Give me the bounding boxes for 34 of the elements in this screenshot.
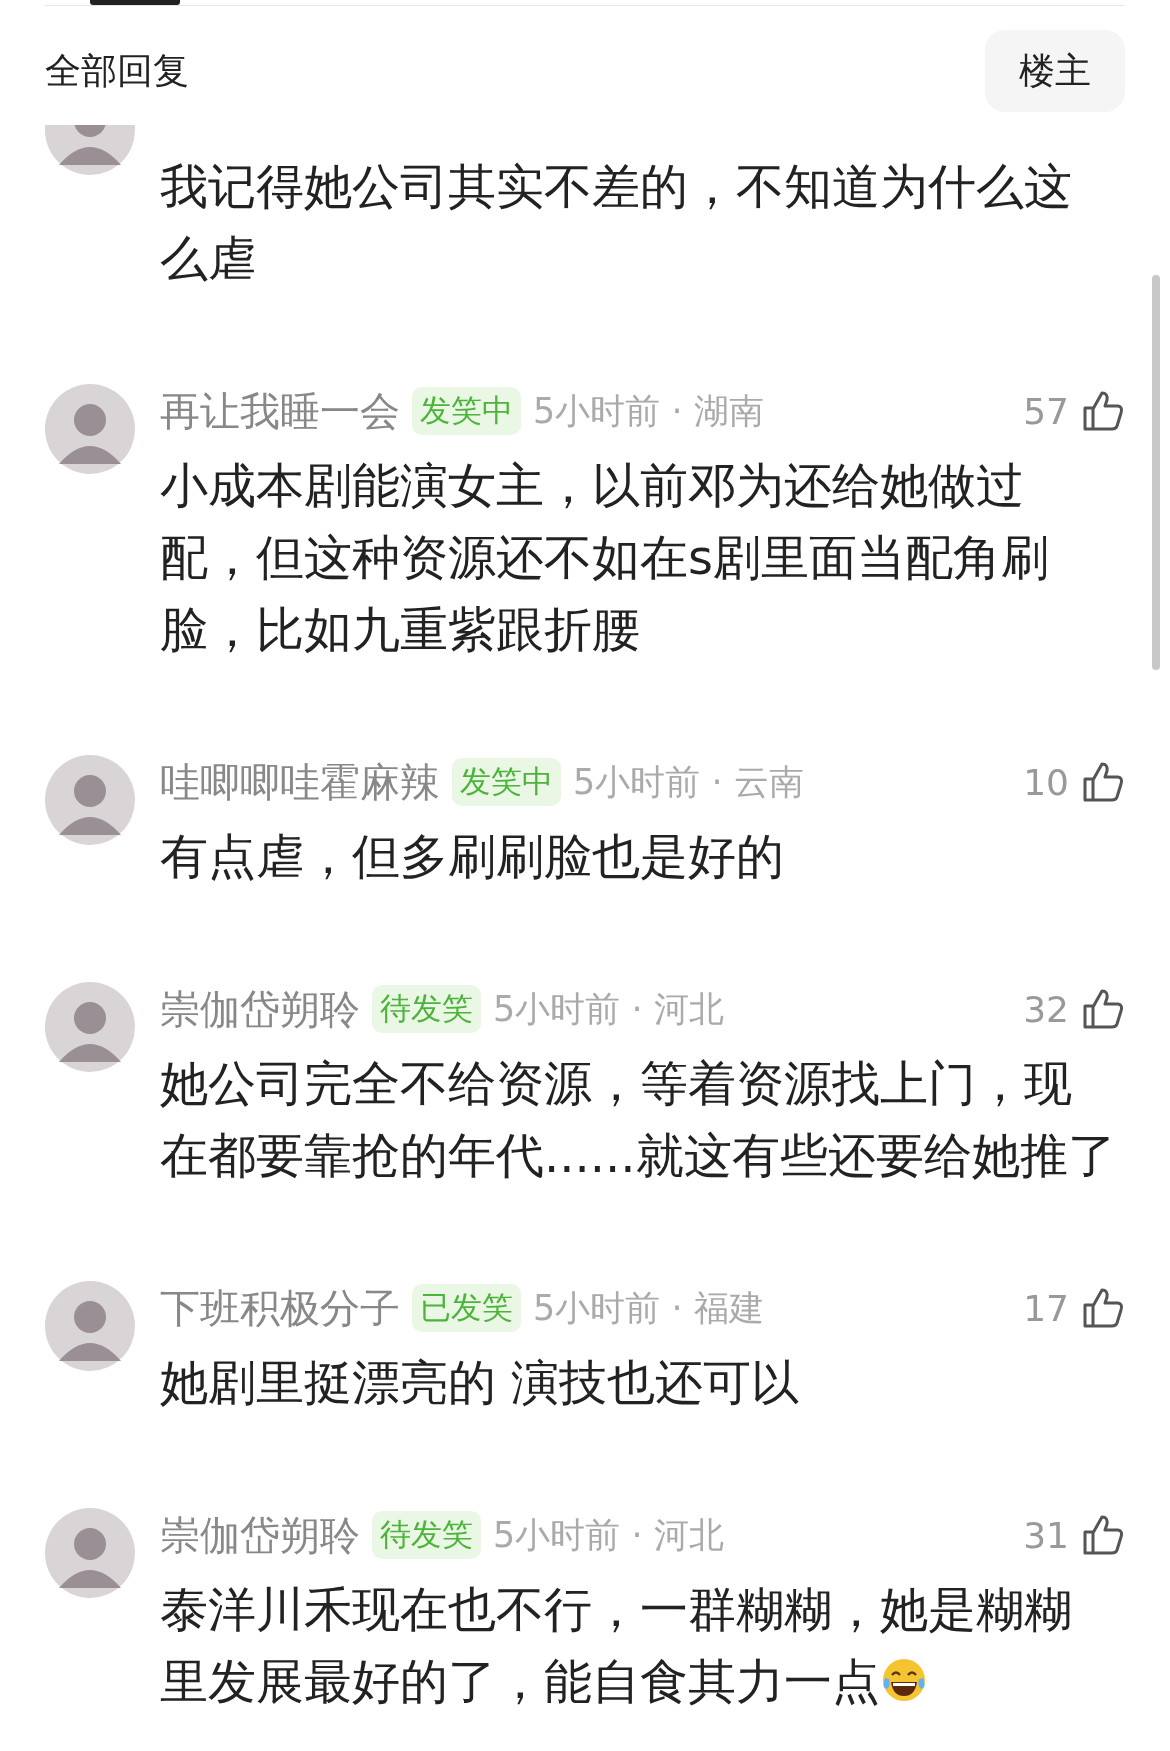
- like-count: 32: [1023, 988, 1069, 1030]
- like-count: 57: [1023, 390, 1069, 432]
- laughing-emoji-icon: [880, 1656, 928, 1704]
- comment-text: 泰洋川禾现在也不行，一群糊糊，她是糊糊里发展最好的了，能自食其力一点: [160, 1580, 1073, 1711]
- filter-button[interactable]: 楼主: [985, 30, 1125, 112]
- username[interactable]: 崇伽岱朔聆: [160, 981, 360, 1037]
- thumbs-up-icon[interactable]: [1081, 760, 1125, 804]
- comment-text: 小成本剧能演女主，以前邓为还给她做过配，但这种资源还不如在s剧里面当配角刷脸，比如九重紫跟折腰: [160, 456, 1050, 659]
- thumbs-up-icon[interactable]: [1081, 1513, 1125, 1557]
- thumbs-up-icon[interactable]: [1081, 1286, 1125, 1330]
- comment-text: 她公司完全不给资源，等着资源找上门，现在都要靠抢的年代......就这有些还要给她推了: [160, 1054, 1117, 1185]
- section-title: 全部回复: [45, 48, 189, 93]
- thumbs-up-icon[interactable]: [1081, 389, 1125, 433]
- timestamp: 5小时前 · 福建: [533, 1286, 764, 1330]
- timestamp: 5小时前 · 云南: [573, 760, 804, 804]
- comment-text: 她剧里挺漂亮的 演技也还可以: [160, 1353, 801, 1412]
- like-count: 31: [1023, 1514, 1069, 1556]
- comment-text: 我记得她公司其实不差的，不知道为什么这么虐: [160, 157, 1073, 288]
- comment-text: 有点虐，但多刷刷脸也是好的: [160, 827, 785, 886]
- username[interactable]: 下班积极分子: [160, 1280, 400, 1336]
- like-count: 17: [1023, 1287, 1069, 1329]
- status-badge: 已发笑: [412, 1284, 521, 1332]
- like-count: 10: [1023, 761, 1069, 803]
- status-badge: 待发笑: [372, 1511, 481, 1559]
- status-badge: 发笑中: [452, 758, 561, 806]
- thumbs-up-icon[interactable]: [1081, 987, 1125, 1031]
- status-badge: 待发笑: [372, 985, 481, 1033]
- timestamp: 5小时前 · 河北: [493, 987, 724, 1031]
- timestamp: 5小时前 · 河北: [493, 1513, 724, 1557]
- username[interactable]: 哇唧唧哇霍麻辣: [160, 754, 440, 810]
- username[interactable]: 再让我睡一会: [160, 383, 400, 439]
- username[interactable]: 崇伽岱朔聆: [160, 1507, 360, 1563]
- timestamp: 5小时前 · 湖南: [533, 389, 764, 433]
- status-badge: 发笑中: [412, 387, 521, 435]
